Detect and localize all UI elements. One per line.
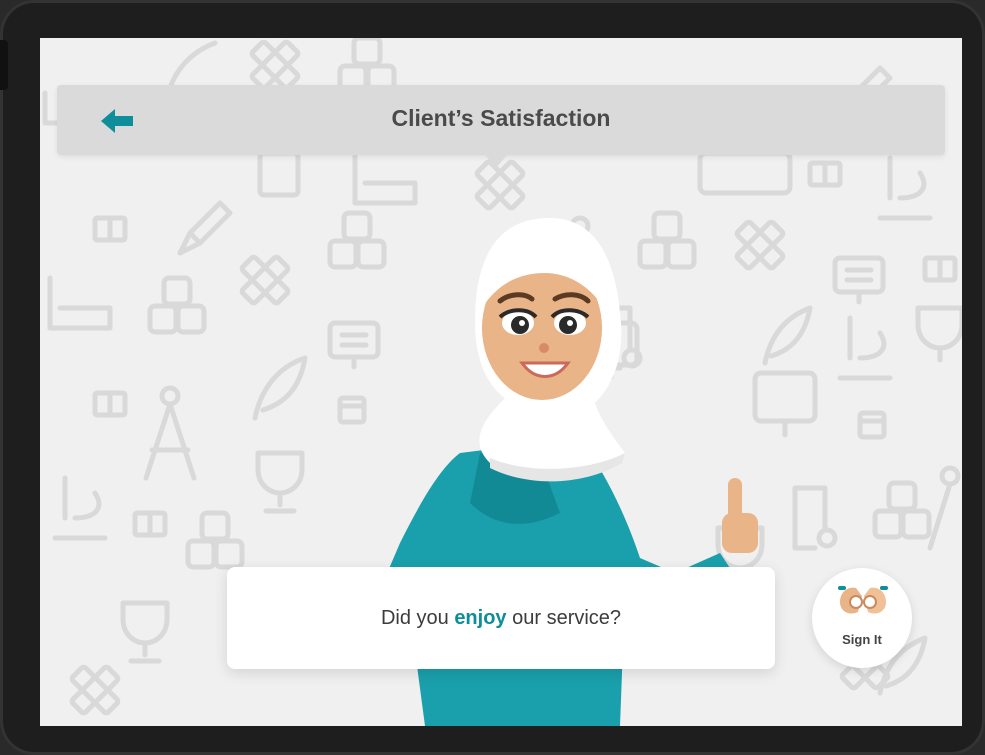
book-icon — [92, 215, 128, 243]
device-side-button — [0, 40, 8, 90]
abc-blocks-icon — [147, 275, 207, 335]
book-icon — [922, 255, 958, 283]
monitor-icon — [832, 255, 886, 305]
pencil-ruler-icon — [239, 254, 291, 306]
ruler-icon — [47, 275, 113, 331]
feather-icon — [762, 305, 813, 366]
question-prefix: Did you — [380, 606, 455, 629]
document-icon — [792, 485, 838, 551]
feather-icon — [252, 355, 308, 421]
document-icon — [257, 150, 301, 198]
trophy-icon — [255, 450, 305, 514]
compass-icon — [143, 385, 197, 481]
microscope-icon — [52, 475, 108, 541]
sign-it-button[interactable]: Sign It — [812, 568, 912, 668]
book-icon — [807, 160, 843, 188]
feather-icon — [167, 40, 218, 91]
rocket-icon — [177, 200, 233, 256]
book-icon — [132, 510, 168, 538]
page-title: Client’s Satisfaction — [391, 105, 611, 131]
pencil-ruler-icon — [249, 39, 301, 91]
trophy-icon — [120, 600, 170, 664]
header-pointer — [484, 154, 508, 168]
question-highlight: enjoy — [454, 606, 507, 629]
compass-icon — [927, 465, 961, 551]
question-text: Did you enjoy our service? — [381, 607, 621, 630]
trophy-icon — [915, 305, 962, 363]
app-screen: Client’s Satisfaction Did you enjoy our … — [40, 38, 962, 726]
monitor-icon — [752, 370, 818, 438]
pencil-ruler-icon — [474, 159, 526, 211]
abc-blocks-icon — [185, 510, 245, 570]
book-icon — [92, 390, 128, 418]
microscope-icon — [837, 315, 893, 381]
abc-blocks-icon — [872, 480, 932, 540]
thumbs-up-hand — [722, 478, 758, 553]
abc-blocks-icon — [337, 38, 397, 95]
question-card: Did you enjoy our service? — [227, 567, 775, 669]
microscope-icon — [877, 155, 933, 221]
tablet-frame: Client’s Satisfaction Did you enjoy our … — [0, 0, 985, 755]
sign-language-hands-icon — [838, 586, 888, 614]
header-bar: Client’s Satisfaction — [57, 85, 945, 155]
monitor-icon — [697, 150, 793, 196]
question-suffix: our service? — [506, 606, 622, 629]
calendar-icon — [857, 410, 887, 440]
sign-it-label: Sign It — [842, 632, 882, 647]
ruler-icon — [352, 150, 418, 206]
pencil-ruler-icon — [69, 664, 121, 716]
